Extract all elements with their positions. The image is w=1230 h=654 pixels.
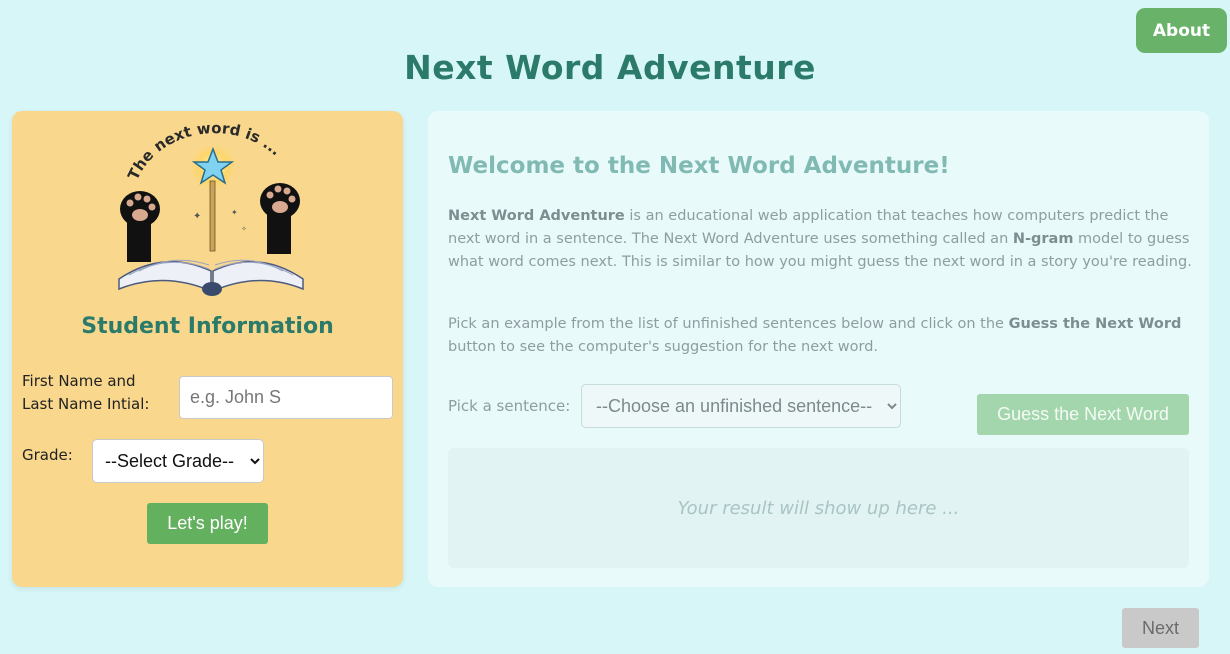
guess-next-word-button[interactable]: Guess the Next Word (977, 394, 1189, 435)
name-label: First Name and Last Name Intial: (22, 372, 150, 413)
svg-text:✧: ✧ (241, 225, 247, 233)
sentence-select[interactable]: --Choose an unfinished sentence-- (581, 384, 901, 428)
main-panel: Welcome to the Next Word Adventure! Next… (428, 111, 1209, 587)
result-box: Your result will show up here ... (448, 448, 1189, 568)
lets-play-button[interactable]: Let's play! (147, 503, 268, 544)
pick-sentence-label: Pick a sentence: (448, 397, 571, 415)
left-paw-icon (120, 191, 160, 262)
result-placeholder: Your result will show up here ... (677, 497, 960, 519)
right-paw-icon (260, 183, 300, 254)
student-info-panel: The next word is ... ✦ ✦ ✧ Student Infor… (12, 111, 403, 587)
instructions-paragraph: Pick an example from the list of unfinis… (448, 316, 1182, 355)
intro-paragraph: Next Word Adventure is an educational we… (448, 208, 1192, 270)
student-name-input[interactable] (179, 376, 393, 419)
open-book-icon (118, 259, 304, 296)
student-info-title: Student Information (81, 314, 334, 339)
next-word-logo: The next word is ... ✦ ✦ ✧ (118, 119, 304, 296)
svg-text:✦: ✦ (231, 208, 238, 217)
grade-label: Grade: (22, 446, 73, 464)
next-button[interactable]: Next (1122, 608, 1199, 648)
grade-select[interactable]: --Select Grade-- (92, 439, 264, 483)
svg-text:✦: ✦ (193, 211, 201, 222)
page-title: Next Word Adventure (404, 48, 816, 87)
welcome-title: Welcome to the Next Word Adventure! (448, 153, 950, 179)
about-button[interactable]: About (1136, 8, 1227, 53)
